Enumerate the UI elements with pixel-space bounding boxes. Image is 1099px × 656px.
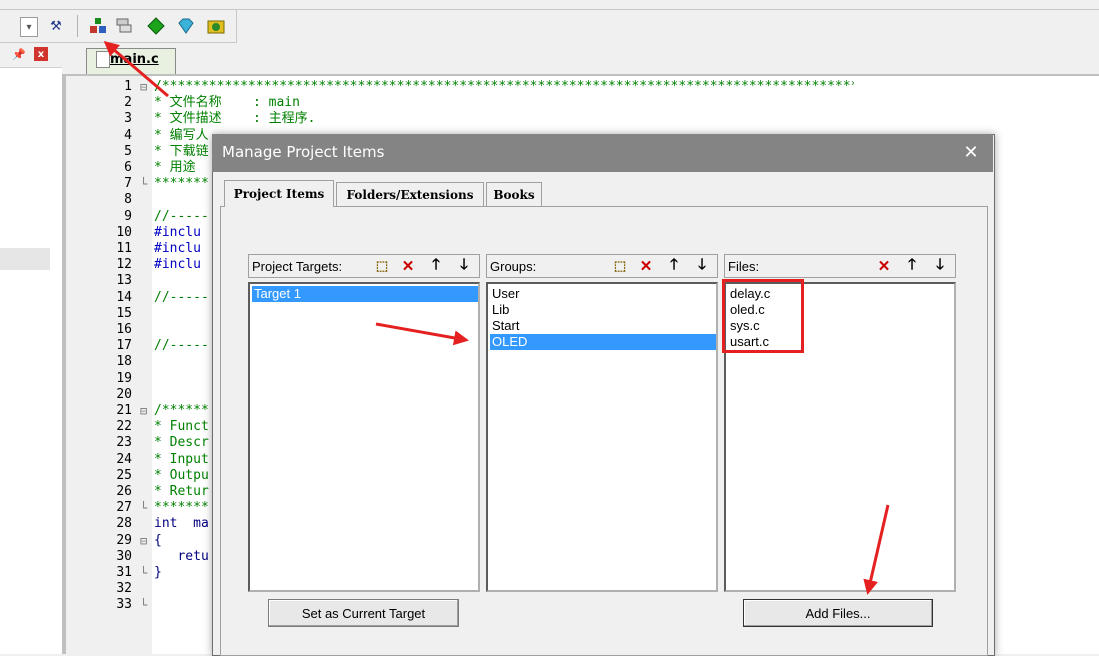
annotation-arrows: [103, 41, 890, 595]
arrow-to-group: [375, 322, 469, 346]
arrow-to-add-files: [863, 504, 890, 595]
tab-project-items[interactable]: Project Items: [224, 180, 334, 207]
arrow-to-toolbar: [103, 41, 169, 98]
